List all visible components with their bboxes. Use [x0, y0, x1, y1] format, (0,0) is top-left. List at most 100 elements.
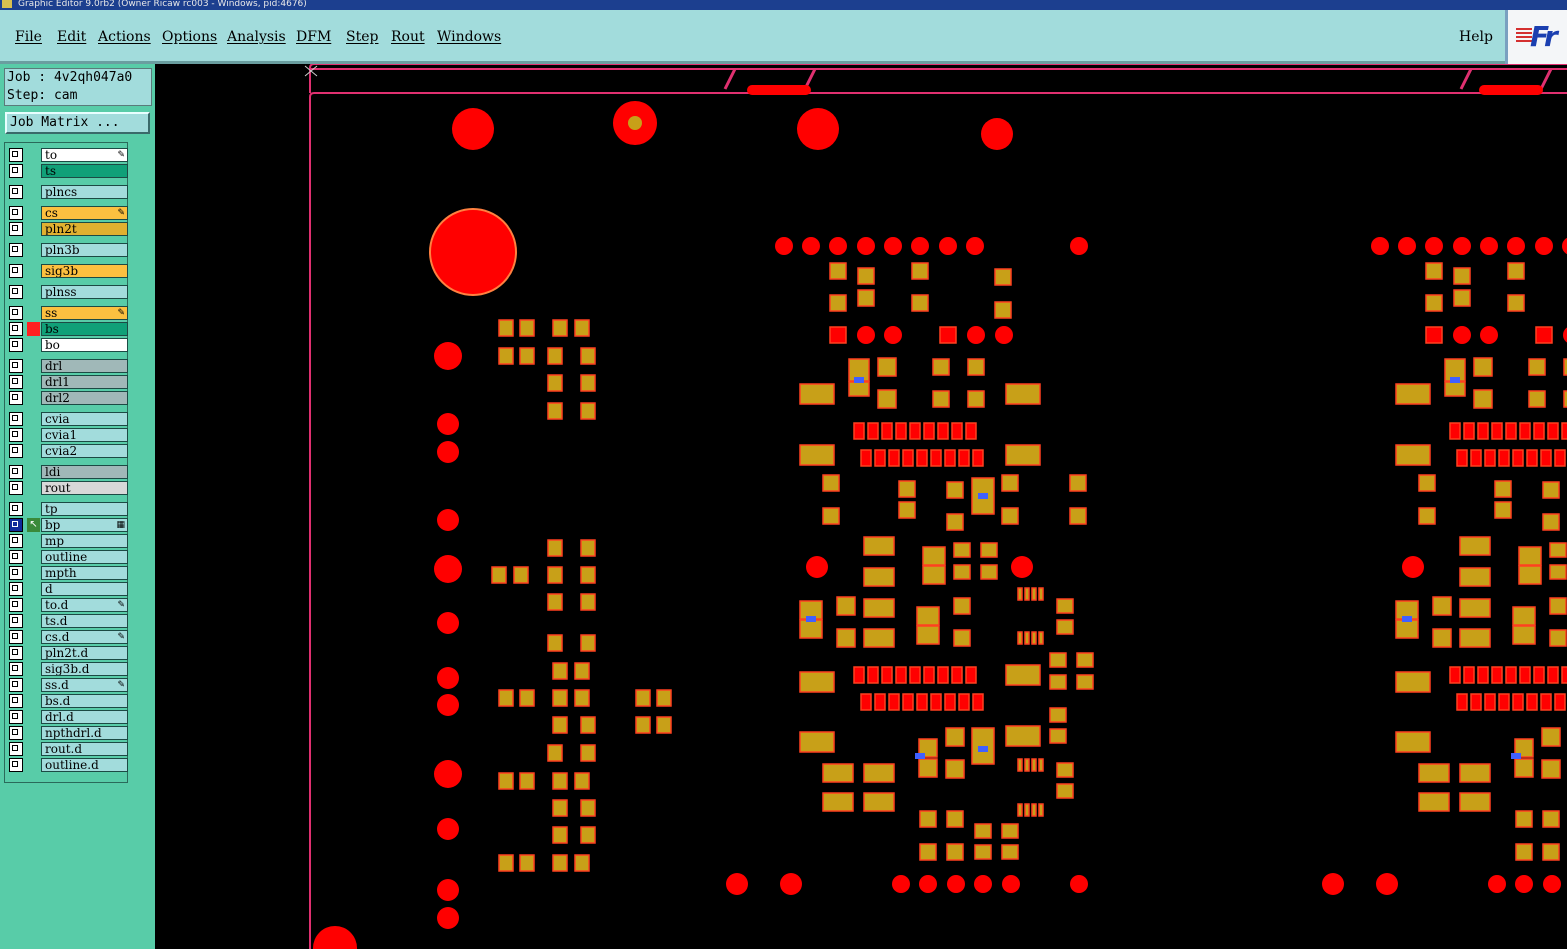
- layer-name[interactable]: ss ✎: [41, 306, 128, 320]
- layer-name[interactable]: plncs: [41, 185, 128, 199]
- layer-name[interactable]: mp: [41, 534, 128, 548]
- layer-checkbox[interactable]: [9, 598, 23, 612]
- layer-checkbox[interactable]: [9, 359, 23, 373]
- layer-name[interactable]: ts: [41, 164, 128, 178]
- layer-row-pln2t-d[interactable]: pln2t.d: [8, 646, 128, 660]
- layer-name[interactable]: bp ▦: [41, 518, 128, 532]
- layer-checkbox[interactable]: [9, 465, 23, 479]
- layer-checkbox[interactable]: [9, 582, 23, 596]
- graphics-canvas[interactable]: [155, 64, 1567, 949]
- layer-checkbox[interactable]: [9, 662, 23, 676]
- menu-options[interactable]: Options: [162, 29, 217, 45]
- layer-name[interactable]: cvia: [41, 412, 128, 426]
- layer-name[interactable]: drl1: [41, 375, 128, 389]
- layer-row-outline-d[interactable]: outline.d: [8, 758, 128, 772]
- layer-name[interactable]: drl.d: [41, 710, 128, 724]
- layer-name[interactable]: ts.d: [41, 614, 128, 628]
- layer-name[interactable]: bs.d: [41, 694, 128, 708]
- layer-checkbox[interactable]: [9, 710, 23, 724]
- layer-row-cvia2[interactable]: cvia2: [8, 444, 128, 458]
- layer-row-cs[interactable]: cs ✎: [8, 206, 128, 220]
- layer-row-rout-d[interactable]: rout.d: [8, 742, 128, 756]
- layer-name[interactable]: bo: [41, 338, 128, 352]
- work-layer-marker[interactable]: [27, 322, 40, 336]
- menu-windows[interactable]: Windows: [437, 29, 501, 45]
- layer-name[interactable]: pln3b: [41, 243, 128, 257]
- layer-name[interactable]: rout: [41, 481, 128, 495]
- layer-row-bo[interactable]: bo: [8, 338, 128, 352]
- job-matrix-button[interactable]: Job Matrix ...: [5, 112, 150, 134]
- layer-checkbox[interactable]: [9, 678, 23, 692]
- layer-row-cs-d[interactable]: cs.d ✎: [8, 630, 128, 644]
- layer-name[interactable]: mpth: [41, 566, 128, 580]
- affected-arrow-icon[interactable]: ↖: [27, 518, 40, 532]
- menu-edit[interactable]: Edit: [57, 29, 86, 45]
- layer-row-tp[interactable]: tp: [8, 502, 128, 516]
- menu-file[interactable]: File: [15, 29, 42, 45]
- layer-checkbox[interactable]: [9, 222, 23, 236]
- layer-checkbox[interactable]: [9, 264, 23, 278]
- layer-row-d[interactable]: d: [8, 582, 128, 596]
- layer-checkbox[interactable]: [9, 758, 23, 772]
- layer-row-sig3b-d[interactable]: sig3b.d: [8, 662, 128, 676]
- layer-name[interactable]: tp: [41, 502, 128, 516]
- layer-checkbox[interactable]: [9, 694, 23, 708]
- layer-checkbox[interactable]: [9, 566, 23, 580]
- layer-name[interactable]: ldi: [41, 465, 128, 479]
- layer-row-mpth[interactable]: mpth: [8, 566, 128, 580]
- layer-row-ss-d[interactable]: ss.d ✎: [8, 678, 128, 692]
- layer-checkbox[interactable]: [9, 243, 23, 257]
- layer-row-pln2t[interactable]: pln2t: [8, 222, 128, 236]
- layer-row-drl1[interactable]: drl1: [8, 375, 128, 389]
- layer-row-drl-d[interactable]: drl.d: [8, 710, 128, 724]
- menu-step[interactable]: Step: [346, 29, 378, 45]
- layer-checkbox[interactable]: [9, 444, 23, 458]
- layer-row-rout[interactable]: rout: [8, 481, 128, 495]
- menu-rout[interactable]: Rout: [391, 29, 425, 45]
- layer-name[interactable]: d: [41, 582, 128, 596]
- layer-name[interactable]: ss.d ✎: [41, 678, 128, 692]
- layer-checkbox[interactable]: [9, 338, 23, 352]
- layer-row-ts[interactable]: ts: [8, 164, 128, 178]
- layer-name[interactable]: npthdrl.d: [41, 726, 128, 740]
- layer-checkbox[interactable]: [9, 534, 23, 548]
- layer-name[interactable]: sig3b: [41, 264, 128, 278]
- layer-row-bs-d[interactable]: bs.d: [8, 694, 128, 708]
- layer-row-sig3b[interactable]: sig3b: [8, 264, 128, 278]
- layer-checkbox[interactable]: [9, 428, 23, 442]
- layer-name[interactable]: drl2: [41, 391, 128, 405]
- layer-checkbox[interactable]: [9, 518, 23, 532]
- layer-row-ldi[interactable]: ldi: [8, 465, 128, 479]
- layer-row-cvia1[interactable]: cvia1: [8, 428, 128, 442]
- layer-checkbox[interactable]: [9, 481, 23, 495]
- layer-checkbox[interactable]: [9, 630, 23, 644]
- layer-name[interactable]: sig3b.d: [41, 662, 128, 676]
- layer-checkbox[interactable]: [9, 412, 23, 426]
- layer-checkbox[interactable]: [9, 164, 23, 178]
- layer-row-drl2[interactable]: drl2: [8, 391, 128, 405]
- layer-row-ss[interactable]: ss ✎: [8, 306, 128, 320]
- layer-checkbox[interactable]: [9, 550, 23, 564]
- layer-name[interactable]: pln2t.d: [41, 646, 128, 660]
- layer-row-plnss[interactable]: plnss: [8, 285, 128, 299]
- layer-checkbox[interactable]: [9, 285, 23, 299]
- layer-row-to-d[interactable]: to.d ✎: [8, 598, 128, 612]
- layer-name[interactable]: cvia1: [41, 428, 128, 442]
- layer-name[interactable]: cs ✎: [41, 206, 128, 220]
- layer-name[interactable]: outline: [41, 550, 128, 564]
- layer-row-mp[interactable]: mp: [8, 534, 128, 548]
- layer-row-to[interactable]: to ✎: [8, 148, 128, 162]
- layer-name[interactable]: pln2t: [41, 222, 128, 236]
- layer-name[interactable]: to.d ✎: [41, 598, 128, 612]
- layer-checkbox[interactable]: [9, 148, 23, 162]
- layer-name[interactable]: outline.d: [41, 758, 128, 772]
- menu-help[interactable]: Help: [1459, 29, 1493, 45]
- layer-name[interactable]: to ✎: [41, 148, 128, 162]
- layer-name[interactable]: bs: [41, 322, 128, 336]
- menu-analysis[interactable]: Analysis: [227, 29, 286, 45]
- layer-name[interactable]: cs.d ✎: [41, 630, 128, 644]
- layer-name[interactable]: drl: [41, 359, 128, 373]
- layer-checkbox[interactable]: [9, 185, 23, 199]
- layer-row-outline[interactable]: outline: [8, 550, 128, 564]
- layer-checkbox[interactable]: [9, 726, 23, 740]
